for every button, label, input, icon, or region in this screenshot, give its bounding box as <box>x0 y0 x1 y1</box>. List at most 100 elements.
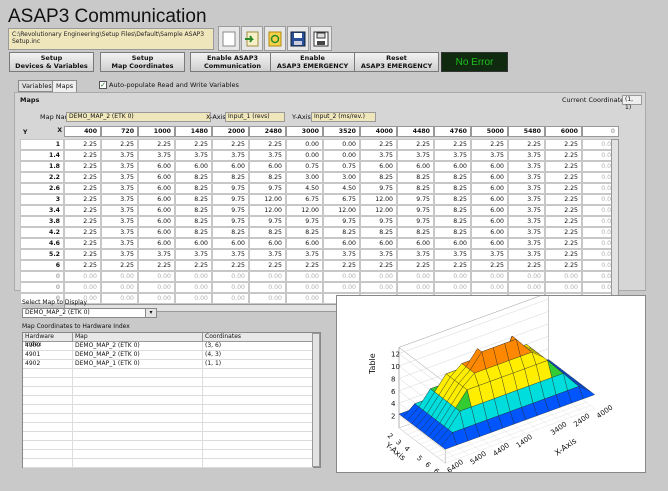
hw-index-cell[interactable] <box>73 432 203 441</box>
x-header-cell[interactable]: 0 <box>582 126 619 137</box>
hw-index-cell[interactable] <box>23 414 73 423</box>
map-value-cell[interactable]: 12.00 <box>286 205 323 216</box>
map-value-cell[interactable]: 2.25 <box>64 249 101 260</box>
map-value-cell[interactable]: 3.75 <box>212 150 249 161</box>
map-value-cell[interactable]: 3.75 <box>101 249 138 260</box>
map-value-cell[interactable]: 9.75 <box>212 205 249 216</box>
map-value-cell[interactable]: 0.00 <box>286 150 323 161</box>
map-value-cell[interactable]: 6.00 <box>138 227 175 238</box>
hw-index-header[interactable]: Hardware Index <box>23 333 73 348</box>
x-header-cell[interactable]: 1000 <box>138 126 175 137</box>
map-value-cell[interactable]: 9.75 <box>323 216 360 227</box>
map-value-cell[interactable]: 3.75 <box>101 205 138 216</box>
map-value-cell[interactable]: 2.25 <box>545 161 582 172</box>
map-value-cell[interactable]: 0.00 <box>138 271 175 282</box>
map-value-cell[interactable]: 6.00 <box>471 216 508 227</box>
map-value-cell[interactable]: 2.25 <box>545 139 582 150</box>
map-value-cell[interactable]: 4.50 <box>323 183 360 194</box>
x-header-cell[interactable]: 5480 <box>508 126 545 137</box>
map-value-cell[interactable]: 2.25 <box>471 139 508 150</box>
map-value-cell[interactable]: 0.00 <box>101 282 138 293</box>
map-value-cell[interactable]: 3.75 <box>508 205 545 216</box>
map-value-cell[interactable]: 3.75 <box>508 150 545 161</box>
map-value-cell[interactable]: 6.00 <box>397 161 434 172</box>
y-header-cell[interactable]: 6 <box>20 260 64 271</box>
map-value-cell[interactable]: 8.25 <box>175 194 212 205</box>
map-value-cell[interactable]: 9.75 <box>360 183 397 194</box>
hw-index-cell[interactable] <box>23 387 73 396</box>
map-value-cell[interactable]: 3.75 <box>323 249 360 260</box>
map-value-cell[interactable]: 12.00 <box>323 205 360 216</box>
map-value-cell[interactable]: 8.25 <box>175 172 212 183</box>
hw-index-cell[interactable]: (3, 6) <box>203 342 313 351</box>
map-value-cell[interactable]: 2.25 <box>323 260 360 271</box>
map-value-cell[interactable]: 2.25 <box>64 238 101 249</box>
map-vertical-scrollbar[interactable] <box>611 139 619 304</box>
hw-index-cell[interactable] <box>203 396 313 405</box>
y-header-cell[interactable]: 4.6 <box>20 238 64 249</box>
x-header-cell[interactable]: 4760 <box>434 126 471 137</box>
reset-emergency-button[interactable]: Reset ASAP3 EMERGENCY <box>354 52 439 72</box>
map-value-cell[interactable]: 0.00 <box>212 293 249 304</box>
map-value-cell[interactable]: 2.25 <box>545 227 582 238</box>
hw-index-cell[interactable] <box>73 378 203 387</box>
map-value-cell[interactable]: 2.25 <box>101 139 138 150</box>
map-value-cell[interactable]: 9.75 <box>212 216 249 227</box>
map-value-cell[interactable]: 6.75 <box>323 194 360 205</box>
map-value-cell[interactable]: 8.25 <box>175 205 212 216</box>
map-value-cell[interactable]: 2.25 <box>434 260 471 271</box>
map-value-cell[interactable]: 3.75 <box>249 249 286 260</box>
setup-map-coords-button[interactable]: Setup Map Coordinates <box>100 52 185 72</box>
x-header-cell[interactable]: 400 <box>64 126 101 137</box>
map-value-cell[interactable]: 9.75 <box>397 205 434 216</box>
hw-index-cell[interactable]: 4901 <box>23 351 73 360</box>
map-value-cell[interactable]: 3.75 <box>101 161 138 172</box>
map-value-cell[interactable]: 9.75 <box>397 194 434 205</box>
map-value-cell[interactable]: 3.75 <box>249 150 286 161</box>
save-button[interactable] <box>287 26 309 51</box>
map-value-cell[interactable]: 9.75 <box>249 183 286 194</box>
map-value-cell[interactable]: 6.00 <box>286 238 323 249</box>
hw-index-header[interactable]: Map <box>73 333 203 342</box>
map-value-cell[interactable]: 2.25 <box>471 260 508 271</box>
map-value-cell[interactable]: 3.75 <box>286 249 323 260</box>
map-value-cell[interactable]: 0.00 <box>323 282 360 293</box>
x-header-cell[interactable]: 1480 <box>175 126 212 137</box>
map-value-cell[interactable]: 0.00 <box>508 271 545 282</box>
map-value-cell[interactable]: 6.00 <box>471 194 508 205</box>
map-value-cell[interactable]: 0.75 <box>286 161 323 172</box>
map-value-cell[interactable]: 3.75 <box>471 150 508 161</box>
y-header-cell[interactable]: 3.4 <box>20 205 64 216</box>
map-value-cell[interactable]: 6.75 <box>286 194 323 205</box>
map-value-cell[interactable]: 2.25 <box>64 172 101 183</box>
map-value-cell[interactable]: 2.25 <box>175 260 212 271</box>
hw-index-cell[interactable] <box>23 441 73 450</box>
map-value-cell[interactable]: 6.00 <box>471 172 508 183</box>
refresh-button[interactable] <box>264 26 286 51</box>
map-value-cell[interactable]: 2.25 <box>64 260 101 271</box>
map-value-cell[interactable]: 6.00 <box>138 161 175 172</box>
map-value-cell[interactable]: 3.75 <box>175 150 212 161</box>
map-value-cell[interactable]: 0.00 <box>64 282 101 293</box>
map-value-cell[interactable]: 2.25 <box>545 260 582 271</box>
map-value-cell[interactable]: 6.00 <box>471 205 508 216</box>
hw-index-cell[interactable] <box>73 369 203 378</box>
map-value-cell[interactable]: 9.75 <box>212 183 249 194</box>
map-value-cell[interactable]: 12.00 <box>249 194 286 205</box>
hw-index-cell[interactable]: DEMO_MAP_2 (ETK 0) <box>73 351 203 360</box>
map-value-cell[interactable]: 6.00 <box>138 194 175 205</box>
map-value-cell[interactable]: 0.00 <box>508 282 545 293</box>
hw-index-cell[interactable] <box>23 459 73 468</box>
hw-index-cell[interactable] <box>73 423 203 432</box>
tab-variables[interactable]: Variables <box>18 80 56 92</box>
map-value-cell[interactable]: 0.00 <box>286 293 323 304</box>
map-value-cell[interactable]: 2.25 <box>64 139 101 150</box>
map-value-cell[interactable]: 2.25 <box>545 172 582 183</box>
hw-index-cell[interactable] <box>73 459 203 468</box>
map-value-cell[interactable]: 12.00 <box>360 194 397 205</box>
map-value-cell[interactable]: 3.75 <box>508 238 545 249</box>
map-value-cell[interactable]: 8.25 <box>434 205 471 216</box>
y-header-cell[interactable]: 0 <box>20 282 64 293</box>
hw-index-cell[interactable] <box>203 432 313 441</box>
map-value-cell[interactable]: 9.75 <box>249 216 286 227</box>
